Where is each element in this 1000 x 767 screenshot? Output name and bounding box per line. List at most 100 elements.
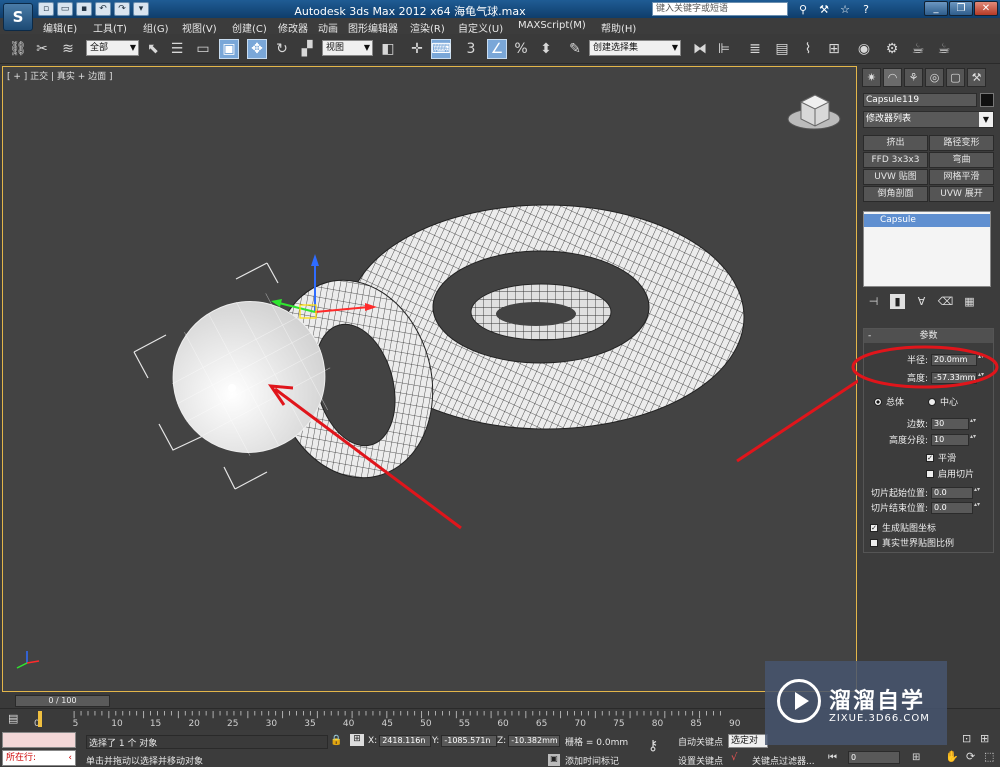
app-menu-button[interactable]: S: [3, 3, 33, 31]
align-icon[interactable]: ⊫: [714, 39, 734, 59]
rectangle-selection-icon[interactable]: ▭: [193, 39, 213, 59]
select-manipulate-icon[interactable]: ✛: [407, 39, 427, 59]
reference-coordinate-dropdown[interactable]: 视图: [322, 40, 373, 56]
maxscript-listener-bottom[interactable]: 所在行: ‹: [2, 750, 76, 766]
select-move-icon[interactable]: ✥: [247, 39, 267, 59]
listener-arrow-icon[interactable]: ‹: [68, 751, 72, 765]
slice-on-check[interactable]: [926, 469, 934, 478]
modifier-meshsmooth-button[interactable]: 网格平滑: [929, 169, 994, 185]
percent-snap-icon[interactable]: %: [511, 39, 531, 59]
selection-filter-dropdown[interactable]: 全部: [86, 40, 139, 56]
viewcube[interactable]: [787, 94, 841, 130]
save-icon[interactable]: ▪: [76, 2, 92, 16]
set-key-button[interactable]: 设置关键点: [678, 754, 723, 767]
hierarchy-tab-icon[interactable]: ⚘: [904, 68, 923, 87]
z-field[interactable]: -10.382mm: [508, 734, 561, 747]
center-radio-button[interactable]: [928, 397, 936, 406]
make-unique-icon[interactable]: ∀: [914, 294, 929, 309]
center-radio[interactable]: 中心: [928, 395, 958, 408]
maximize-viewport-icon[interactable]: ⬚: [984, 750, 994, 763]
menu-rendering[interactable]: 渲染(R): [410, 20, 445, 35]
menu-maxscript[interactable]: MAXScript(M): [518, 20, 586, 31]
open-icon[interactable]: ▭: [57, 2, 73, 16]
total-radio[interactable]: 总体: [874, 395, 904, 408]
zoom-extents-icon[interactable]: ⊡: [962, 732, 971, 745]
slice-from-field[interactable]: 0.0: [931, 486, 973, 499]
key-filter-icon[interactable]: √: [731, 752, 737, 763]
time-config-icon[interactable]: ⊞: [912, 752, 920, 763]
orbit-icon[interactable]: ⟳: [966, 750, 975, 763]
key-mode-dropdown[interactable]: 选定对: [728, 734, 768, 748]
gen-uv-checkbox[interactable]: ✓ 生成贴图坐标: [870, 521, 936, 534]
menu-create[interactable]: 创建(C): [232, 20, 267, 35]
link-icon[interactable]: ⛓: [8, 39, 28, 59]
keyboard-shortcut-override-icon[interactable]: ⌨: [431, 39, 451, 59]
key-filters-button[interactable]: 关键点过滤器...: [752, 754, 815, 767]
edit-named-selection-icon[interactable]: ✎: [565, 39, 585, 59]
set-key-icon[interactable]: ⚷: [648, 738, 658, 754]
modifier-list-dropdown[interactable]: 修改器列表: [863, 111, 994, 128]
bind-space-warp-icon[interactable]: ≋: [58, 39, 78, 59]
gen-uv-check[interactable]: ✓: [870, 523, 878, 532]
help-icon[interactable]: ?: [858, 2, 874, 16]
curve-editor-icon[interactable]: ⌇: [798, 39, 818, 59]
layer-manager-icon[interactable]: ≣: [745, 39, 765, 59]
real-world-checkbox[interactable]: 真实世界贴图比例: [870, 536, 954, 549]
modifier-ffd-button[interactable]: FFD 3x3x3: [863, 152, 928, 168]
select-object-icon[interactable]: ⬉: [143, 39, 163, 59]
subscription-icon[interactable]: ⚒: [816, 2, 832, 16]
menu-animation[interactable]: 动画: [318, 20, 338, 35]
menu-help[interactable]: 帮助(H): [601, 20, 636, 35]
spinner-snap-icon[interactable]: ⬍: [536, 39, 556, 59]
pan-view-icon[interactable]: ✋: [945, 750, 959, 763]
modifier-path-deform-button[interactable]: 路径变形: [929, 135, 994, 151]
smooth-check[interactable]: ✓: [926, 453, 934, 462]
modifier-bend-button[interactable]: 弯曲: [929, 152, 994, 168]
mini-curve-editor-icon[interactable]: ▤: [8, 712, 26, 726]
create-tab-icon[interactable]: ✷: [862, 68, 881, 87]
menu-edit[interactable]: 编辑(E): [43, 20, 77, 35]
menu-views[interactable]: 视图(V): [182, 20, 217, 35]
add-time-tag-icon[interactable]: ▣: [548, 754, 560, 766]
show-end-result-icon[interactable]: ▮: [890, 294, 905, 309]
redo-icon[interactable]: ↷: [114, 2, 130, 16]
binoculars-icon[interactable]: ⚲: [795, 2, 811, 16]
window-crossing-icon[interactable]: ▣: [219, 39, 239, 59]
rendered-frame-window-icon[interactable]: ☕: [908, 39, 928, 59]
render-setup-icon[interactable]: ⚙: [882, 39, 902, 59]
maxscript-listener-top[interactable]: [2, 732, 76, 748]
menu-tools[interactable]: 工具(T): [93, 20, 127, 35]
modifier-uvw-map-button[interactable]: UVW 贴图: [863, 169, 928, 185]
go-to-start-icon[interactable]: ⏮: [828, 752, 837, 763]
slice-on-checkbox[interactable]: 启用切片: [926, 467, 974, 480]
x-field[interactable]: 2418.116n: [379, 734, 432, 747]
smooth-checkbox[interactable]: ✓ 平滑: [926, 451, 956, 464]
close-button[interactable]: ✕: [974, 1, 998, 16]
modify-tab-icon[interactable]: ◠: [883, 68, 902, 87]
absolute-transform-icon[interactable]: ⊞: [350, 734, 364, 746]
pin-stack-icon[interactable]: ⊣: [866, 294, 881, 309]
remove-modifier-icon[interactable]: ⌫: [938, 294, 954, 309]
search-input[interactable]: 键入关键字或短语: [652, 2, 788, 16]
height-segments-spinner[interactable]: ▴▾: [970, 433, 976, 446]
modifier-bevel-profile-button[interactable]: 倒角剖面: [863, 186, 928, 202]
real-world-check[interactable]: [870, 538, 878, 547]
slice-from-spinner[interactable]: ▴▾: [974, 486, 980, 499]
maximize-button[interactable]: ❐: [949, 1, 973, 16]
schematic-view-icon[interactable]: ⊞: [824, 39, 844, 59]
total-radio-button[interactable]: [874, 397, 882, 406]
slice-to-spinner[interactable]: ▴▾: [974, 501, 980, 514]
unlink-icon[interactable]: ✂: [32, 39, 52, 59]
utilities-tab-icon[interactable]: ⚒: [967, 68, 986, 87]
auto-key-button[interactable]: 自动关键点: [678, 735, 723, 748]
time-slider-thumb[interactable]: 0 / 100: [15, 695, 110, 707]
named-selection-dropdown[interactable]: 创建选择集: [589, 40, 681, 56]
object-color-swatch[interactable]: [980, 93, 994, 107]
perspective-viewport[interactable]: [ + ] 正交 | 真实 + 边面 ]: [2, 66, 858, 692]
minimize-button[interactable]: _: [924, 1, 948, 16]
rollout-title[interactable]: - 参数: [864, 329, 993, 343]
zoom-all-icon[interactable]: ⊞: [980, 732, 989, 745]
modifier-extrude-button[interactable]: 挤出: [863, 135, 928, 151]
render-production-icon[interactable]: ☕: [934, 39, 954, 59]
material-editor-icon[interactable]: ◉: [854, 39, 874, 59]
